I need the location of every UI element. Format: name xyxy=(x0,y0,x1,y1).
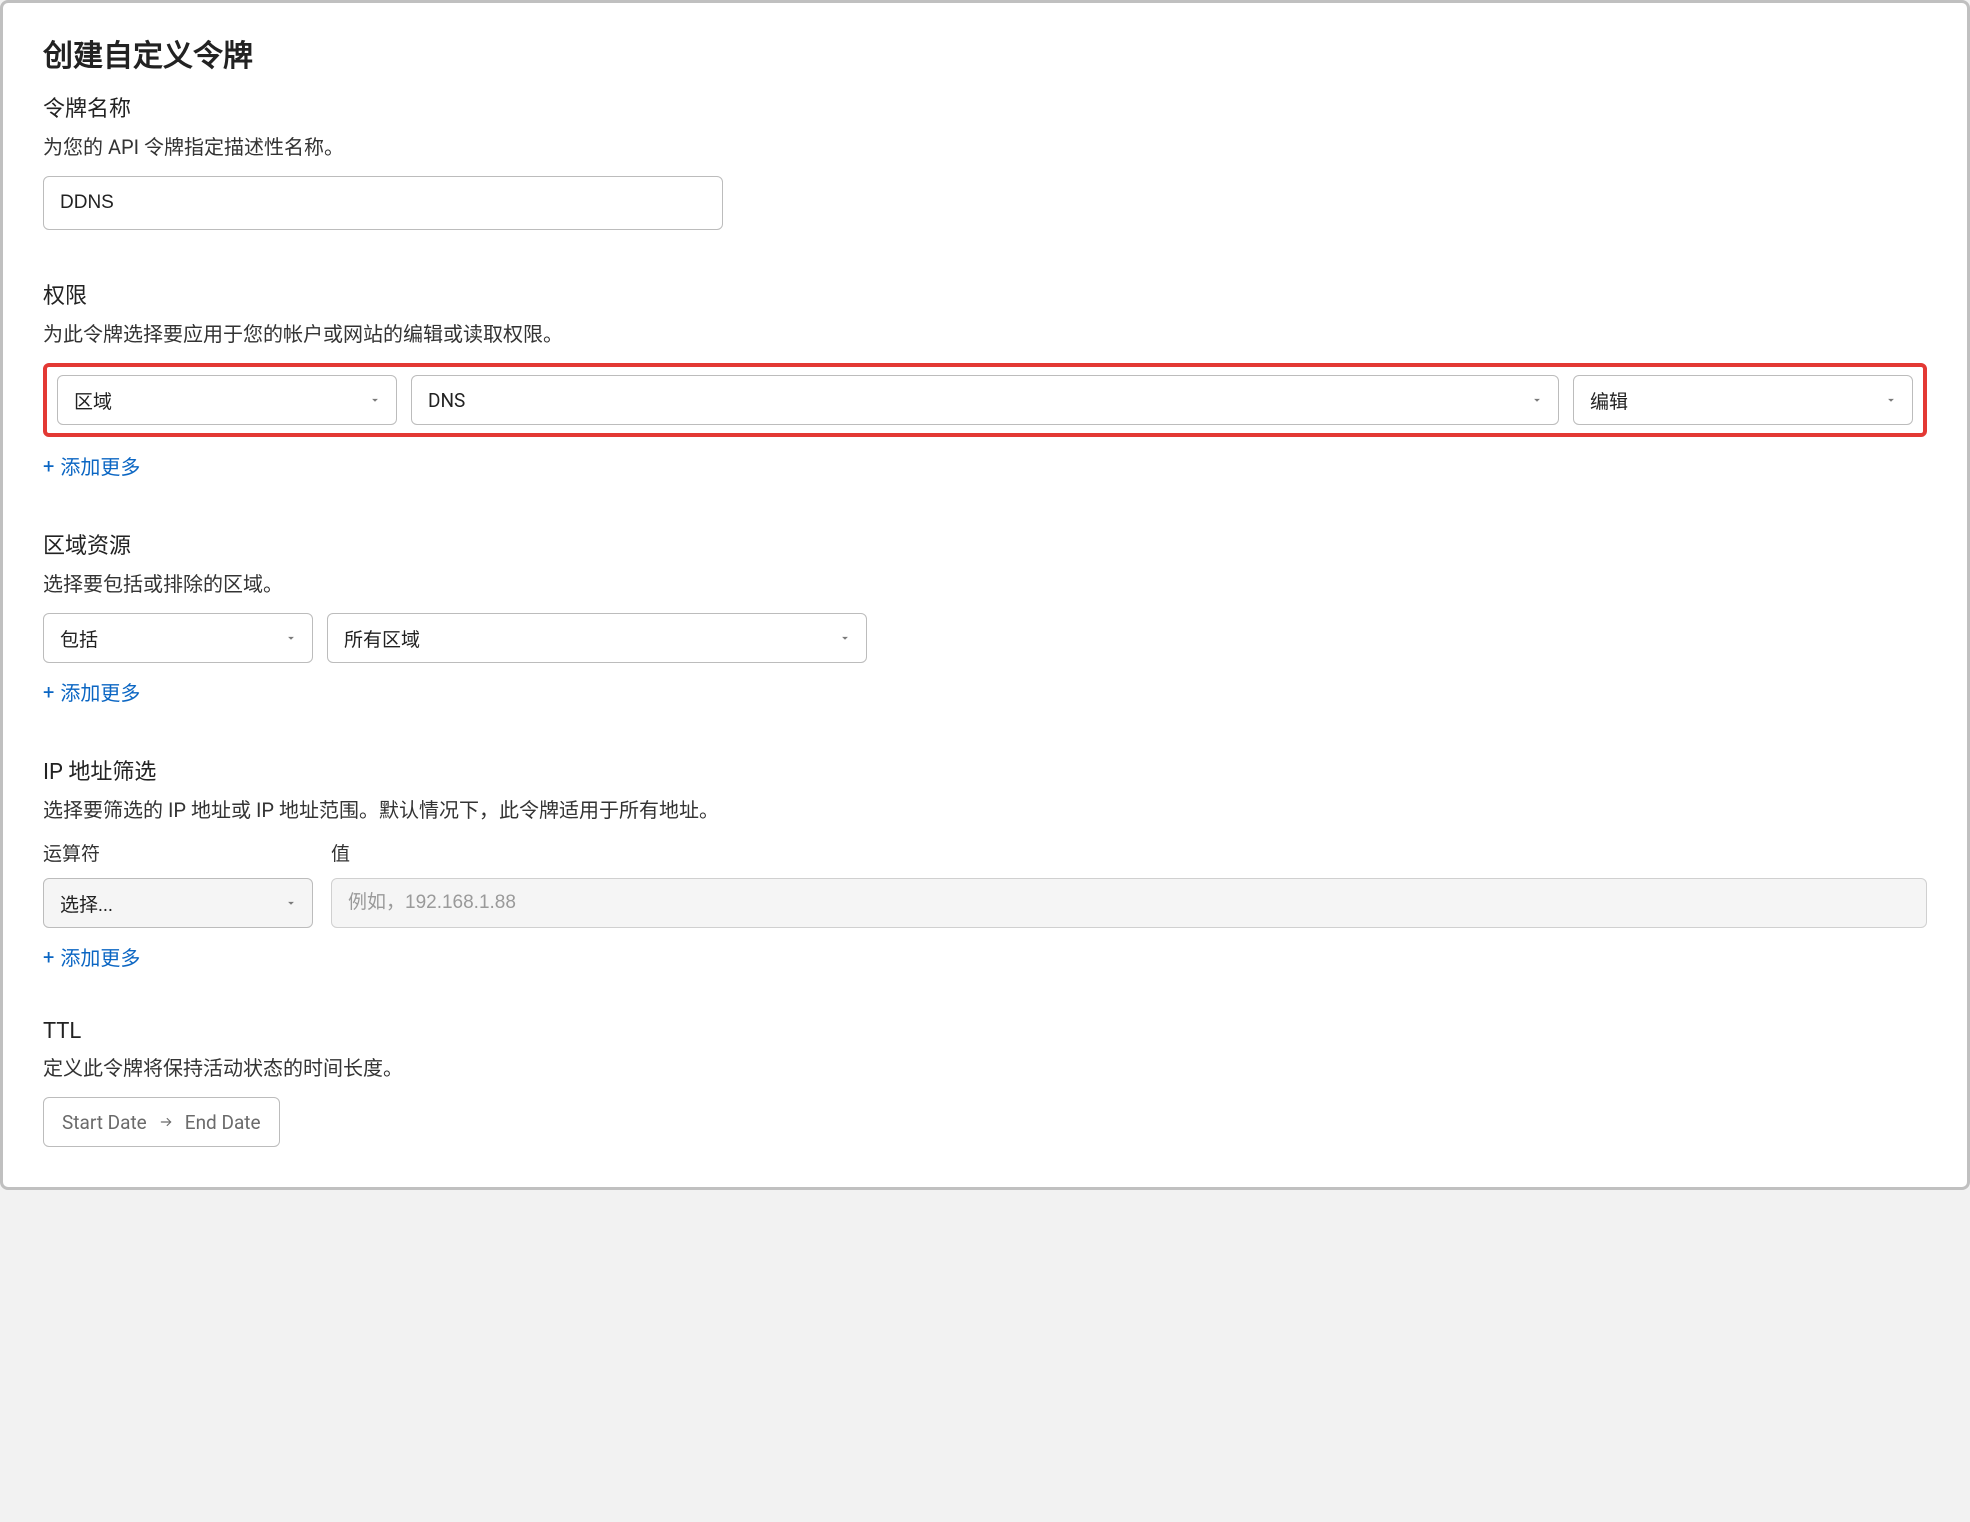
section-ttl: TTL 定义此令牌将保持活动状态的时间长度。 Start Date End Da… xyxy=(43,1019,1927,1147)
page-title: 创建自定义令牌 xyxy=(43,31,1927,75)
ip-filter-desc: 选择要筛选的 IP 地址或 IP 地址范围。默认情况下，此令牌适用于所有地址。 xyxy=(43,794,1927,823)
ip-filter-add-more[interactable]: + 添加更多 xyxy=(43,942,140,971)
ttl-date-range-button[interactable]: Start Date End Date xyxy=(43,1097,280,1147)
zone-selection-select[interactable]: 所有区域 xyxy=(327,613,867,663)
ip-value-input[interactable] xyxy=(331,878,1927,928)
zone-resources-desc: 选择要包括或排除的区域。 xyxy=(43,568,1927,597)
zone-mode-select[interactable]: 包括 xyxy=(43,613,313,663)
token-name-label: 令牌名称 xyxy=(43,91,1927,123)
section-permissions: 权限 为此令牌选择要应用于您的帐户或网站的编辑或读取权限。 区域 DNS 编辑 xyxy=(43,278,1927,480)
ip-value-label: 值 xyxy=(331,839,1927,866)
ip-filter-row: 运算符 选择... 值 xyxy=(43,839,1927,928)
zone-resources-add-more[interactable]: + 添加更多 xyxy=(43,677,140,706)
token-name-desc: 为您的 API 令牌指定描述性名称。 xyxy=(43,131,1927,160)
chevron-down-icon xyxy=(284,631,298,645)
ttl-title: TTL xyxy=(43,1019,1927,1044)
permissions-access-value: 编辑 xyxy=(1590,387,1628,414)
ttl-desc: 定义此令牌将保持活动状态的时间长度。 xyxy=(43,1052,1927,1081)
permissions-resource-value: DNS xyxy=(428,389,465,412)
section-ip-filter: IP 地址筛选 选择要筛选的 IP 地址或 IP 地址范围。默认情况下，此令牌适… xyxy=(43,754,1927,971)
chevron-down-icon xyxy=(284,896,298,910)
chevron-down-icon xyxy=(368,393,382,407)
chevron-down-icon xyxy=(838,631,852,645)
ip-operator-value: 选择... xyxy=(60,890,113,917)
ttl-end-date-label: End Date xyxy=(185,1111,261,1134)
zone-resources-add-more-label: 添加更多 xyxy=(60,677,140,706)
section-token-name: 令牌名称 为您的 API 令牌指定描述性名称。 xyxy=(43,91,1927,230)
permissions-row-highlight: 区域 DNS 编辑 xyxy=(43,363,1927,437)
zone-resources-title: 区域资源 xyxy=(43,528,1927,560)
permissions-scope-value: 区域 xyxy=(74,387,112,414)
permissions-title: 权限 xyxy=(43,278,1927,310)
arrow-right-icon xyxy=(159,1115,173,1129)
permissions-add-more-label: 添加更多 xyxy=(60,451,140,480)
zone-mode-value: 包括 xyxy=(60,625,98,652)
permissions-access-select[interactable]: 编辑 xyxy=(1573,375,1913,425)
chevron-down-icon xyxy=(1884,393,1898,407)
plus-icon: + xyxy=(43,682,54,702)
permissions-resource-select[interactable]: DNS xyxy=(411,375,1559,425)
ip-filter-title: IP 地址筛选 xyxy=(43,754,1927,786)
permissions-add-more[interactable]: + 添加更多 xyxy=(43,451,140,480)
permissions-scope-select[interactable]: 区域 xyxy=(57,375,397,425)
plus-icon: + xyxy=(43,456,54,476)
ip-filter-add-more-label: 添加更多 xyxy=(60,942,140,971)
ip-operator-label: 运算符 xyxy=(43,839,313,866)
zone-resources-row: 包括 所有区域 xyxy=(43,613,1927,663)
permissions-desc: 为此令牌选择要应用于您的帐户或网站的编辑或读取权限。 xyxy=(43,318,1927,347)
chevron-down-icon xyxy=(1530,393,1544,407)
plus-icon: + xyxy=(43,947,54,967)
zone-selection-value: 所有区域 xyxy=(344,625,420,652)
token-name-input[interactable] xyxy=(43,176,723,230)
section-zone-resources: 区域资源 选择要包括或排除的区域。 包括 所有区域 + 添 xyxy=(43,528,1927,706)
ip-operator-select[interactable]: 选择... xyxy=(43,878,313,928)
ttl-start-date-label: Start Date xyxy=(62,1111,147,1134)
